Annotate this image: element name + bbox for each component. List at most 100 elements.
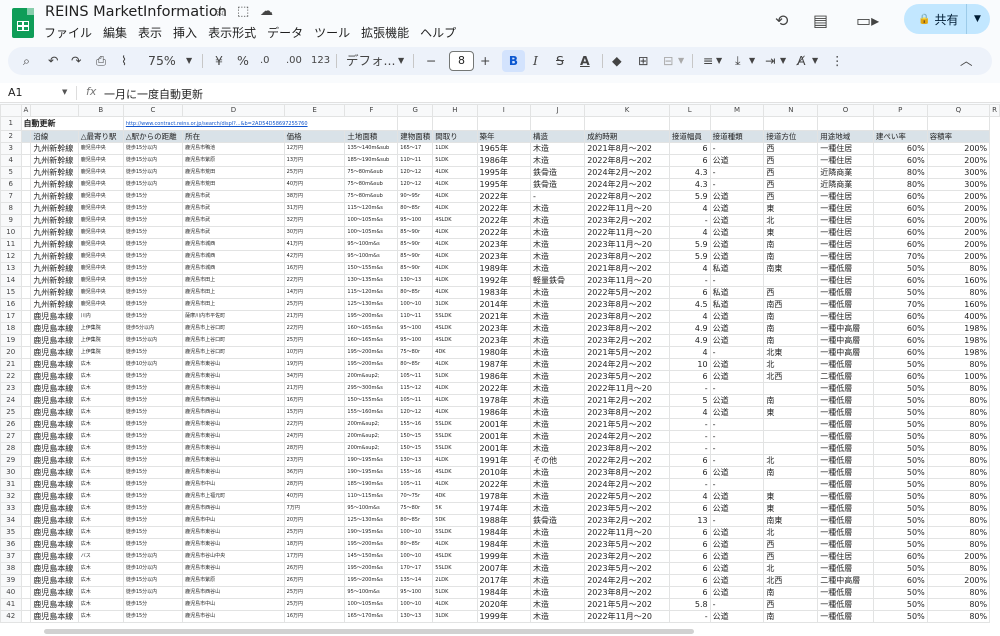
- row-header[interactable]: 7: [0, 190, 22, 203]
- cell[interactable]: 200%: [926, 550, 991, 563]
- row-header[interactable]: 2: [0, 130, 22, 143]
- cell[interactable]: 1986年: [476, 370, 532, 383]
- row-header[interactable]: 5: [0, 166, 22, 179]
- cell[interactable]: 公道: [709, 154, 765, 167]
- cell[interactable]: 一種低層: [817, 394, 874, 407]
- cell[interactable]: 木造: [530, 526, 586, 539]
- cell[interactable]: 2023年8月〜202: [584, 322, 670, 335]
- cell[interactable]: 150〜15: [397, 442, 434, 455]
- cell[interactable]: 川内: [77, 310, 124, 323]
- cell[interactable]: [20, 418, 32, 431]
- cell[interactable]: 110〜115m&s: [344, 490, 399, 503]
- empty-cell[interactable]: [530, 116, 586, 131]
- cell[interactable]: [20, 274, 32, 287]
- cell[interactable]: 185〜190m&sub: [344, 154, 399, 167]
- row-header[interactable]: 39: [0, 574, 22, 587]
- cell[interactable]: 95〜100m&s: [344, 502, 399, 515]
- cell[interactable]: 鹿児島本線: [30, 538, 79, 551]
- row-header[interactable]: 4: [0, 154, 22, 167]
- cell[interactable]: [20, 526, 32, 539]
- cell[interactable]: 3LDK: [432, 298, 478, 311]
- cell[interactable]: [20, 550, 32, 563]
- cell[interactable]: 2024年2月〜202: [584, 430, 670, 443]
- cell[interactable]: 22万円: [283, 418, 346, 431]
- cell[interactable]: 木造: [530, 370, 586, 383]
- header-cell[interactable]: 建物面積: [397, 130, 434, 143]
- cell[interactable]: [20, 214, 32, 227]
- cell[interactable]: 南: [763, 334, 819, 347]
- cell[interactable]: 150〜15: [397, 430, 434, 443]
- cell[interactable]: 鹿児島中央: [77, 178, 124, 191]
- cell[interactable]: 50%: [872, 454, 928, 467]
- cell[interactable]: 7万円: [283, 502, 346, 515]
- cell[interactable]: [20, 322, 32, 335]
- cell[interactable]: 一種低層: [817, 490, 874, 503]
- cell[interactable]: 4LDK: [432, 598, 478, 611]
- cell[interactable]: 100〜10: [397, 298, 434, 311]
- cell[interactable]: 北西: [763, 370, 819, 383]
- cell[interactable]: 6: [668, 526, 711, 539]
- cell[interactable]: 25万円: [283, 586, 346, 599]
- cell[interactable]: 鹿児島市東谷山: [182, 562, 285, 575]
- cell[interactable]: 6: [668, 562, 711, 575]
- row-header[interactable]: 16: [0, 298, 22, 311]
- cell[interactable]: -: [709, 430, 765, 443]
- cell[interactable]: 一種住居: [817, 238, 874, 251]
- cell[interactable]: 110〜11: [397, 154, 434, 167]
- cell[interactable]: 80%: [926, 358, 991, 371]
- cell[interactable]: 130〜13: [397, 610, 434, 623]
- cell[interactable]: 2007年: [476, 562, 532, 575]
- cell[interactable]: 2022年: [476, 190, 532, 203]
- cell[interactable]: 鹿児島本線: [30, 322, 79, 335]
- header-cell[interactable]: 接道種類: [709, 130, 765, 143]
- cell[interactable]: 25万円: [283, 166, 346, 179]
- column-header[interactable]: G: [397, 104, 434, 117]
- cloud-status-icon[interactable]: ☁: [260, 4, 273, 19]
- zoom-select[interactable]: 75%: [148, 53, 176, 69]
- cell[interactable]: 鹿児島市田上: [182, 298, 285, 311]
- cell[interactable]: 鹿児島市谷山: [182, 610, 285, 623]
- cell[interactable]: 2022年2月〜202: [584, 454, 670, 467]
- cell[interactable]: 鹿児島本線: [30, 562, 79, 575]
- cell[interactable]: [763, 478, 819, 491]
- cell[interactable]: [20, 502, 32, 515]
- cell[interactable]: 公道: [709, 370, 765, 383]
- cell[interactable]: 10万円: [283, 346, 346, 359]
- cell[interactable]: 1984年: [476, 586, 532, 599]
- cell[interactable]: 16万円: [283, 262, 346, 275]
- cell[interactable]: 鹿児島本線: [30, 442, 79, 455]
- cell[interactable]: 50%: [872, 562, 928, 575]
- cell[interactable]: 南: [763, 610, 819, 623]
- cell[interactable]: 2022年5月〜202: [584, 286, 670, 299]
- cell[interactable]: 公道: [709, 550, 765, 563]
- cell[interactable]: 4SLDK: [432, 322, 478, 335]
- cell[interactable]: 80%: [872, 178, 928, 191]
- cell[interactable]: 80〜85r: [397, 358, 434, 371]
- cell[interactable]: 徒歩10分以内: [122, 562, 184, 575]
- cell[interactable]: 2023年8月〜202: [584, 442, 670, 455]
- column-header[interactable]: F: [344, 104, 399, 117]
- cell[interactable]: 鹿児島本線: [30, 574, 79, 587]
- cell[interactable]: 徒歩15分: [122, 202, 184, 215]
- row-header[interactable]: 37: [0, 550, 22, 563]
- cell[interactable]: 1984年: [476, 538, 532, 551]
- column-header[interactable]: P: [872, 104, 928, 117]
- cell[interactable]: 22万円: [283, 322, 346, 335]
- cell[interactable]: 4LDK: [432, 394, 478, 407]
- cell[interactable]: 広木: [77, 514, 124, 527]
- header-cell[interactable]: △駅からの距離: [122, 130, 184, 143]
- cell[interactable]: 95〜100: [397, 214, 434, 227]
- cell[interactable]: 木造: [530, 154, 586, 167]
- cell[interactable]: 4LDK: [432, 274, 478, 287]
- cell[interactable]: 60%: [872, 274, 928, 287]
- cell[interactable]: 一種低層: [817, 286, 874, 299]
- row-header[interactable]: 41: [0, 598, 22, 611]
- cell[interactable]: 60%: [872, 334, 928, 347]
- cell[interactable]: 85〜90r: [397, 250, 434, 263]
- cell[interactable]: 南: [763, 310, 819, 323]
- cell[interactable]: 4: [668, 406, 711, 419]
- cell[interactable]: -: [668, 214, 711, 227]
- cell[interactable]: [20, 586, 32, 599]
- cell[interactable]: 鹿児島市田上: [182, 286, 285, 299]
- cell[interactable]: 80〜85r: [397, 538, 434, 551]
